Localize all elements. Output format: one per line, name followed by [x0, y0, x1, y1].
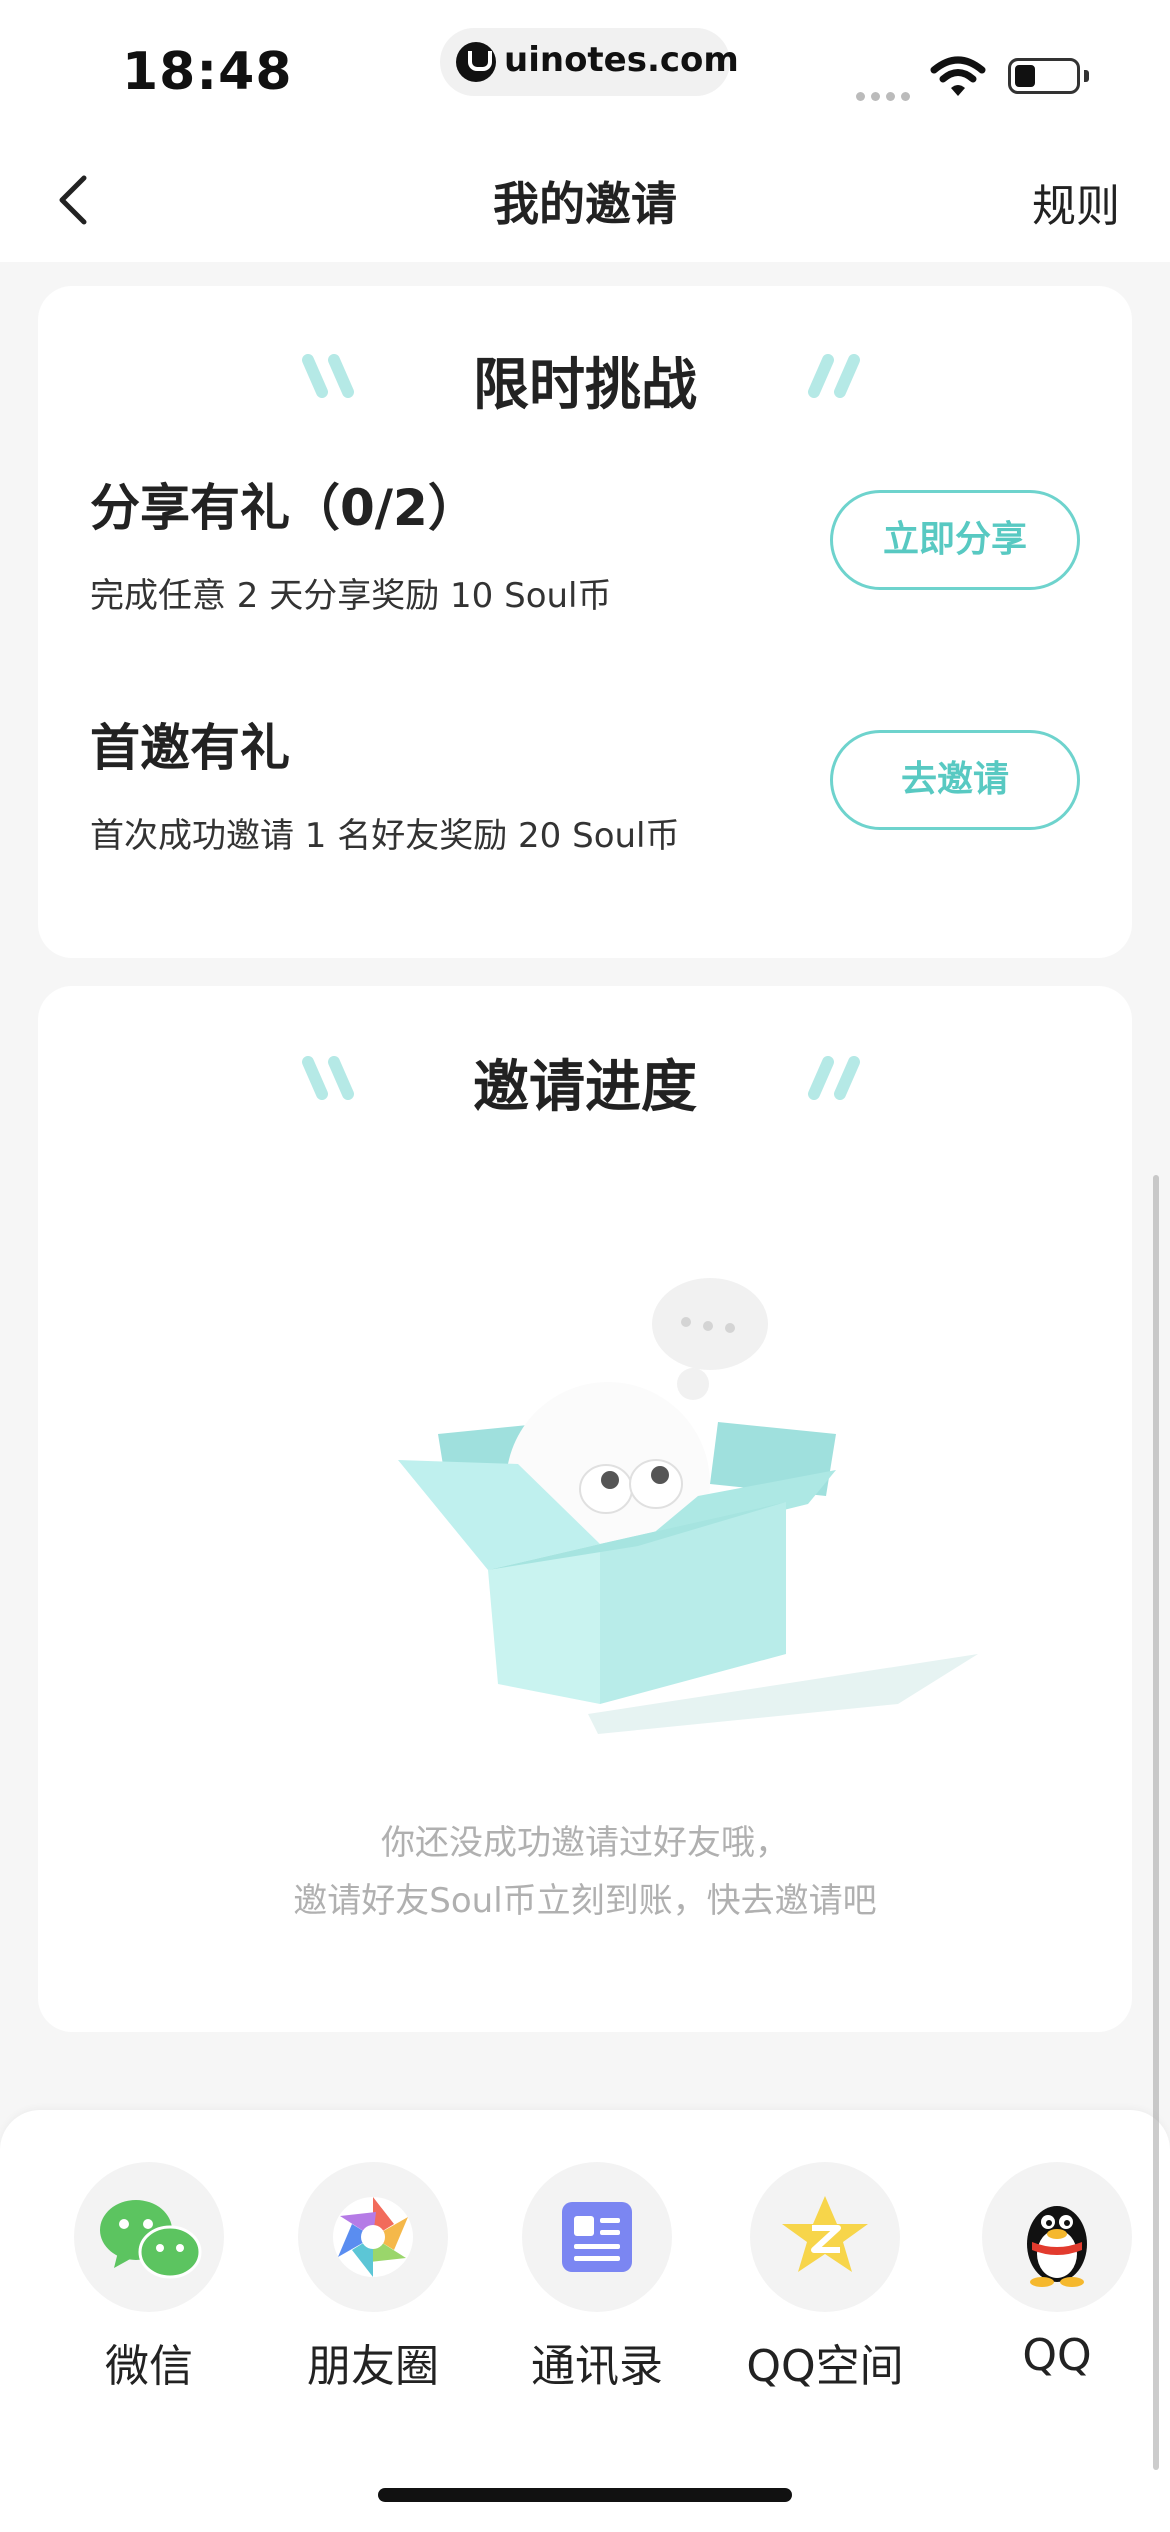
scrollbar[interactable]	[1153, 1175, 1159, 2470]
status-bar: 18:48 uinotes.com	[0, 0, 1170, 140]
first-invite-task-title: 首邀有礼	[90, 719, 290, 777]
page-title: 我的邀请	[493, 177, 677, 231]
right-quote-icon	[808, 1056, 860, 1100]
rules-link[interactable]: 规则	[1032, 170, 1120, 234]
nav-bar: 我的邀请 规则	[0, 140, 1170, 262]
go-invite-button[interactable]: 去邀请	[830, 730, 1080, 830]
moments-icon	[298, 2162, 448, 2312]
share-task-title: 分享有礼（0/2）	[90, 479, 478, 537]
wifi-icon	[930, 56, 986, 96]
share-contacts[interactable]: 通讯录	[502, 2162, 692, 2394]
qzone-icon	[750, 2162, 900, 2312]
share-now-button[interactable]: 立即分享	[830, 490, 1080, 590]
contacts-icon	[522, 2162, 672, 2312]
qq-icon	[982, 2162, 1132, 2312]
status-time: 18:48	[122, 42, 293, 102]
qzone-label: QQ空间	[746, 2341, 904, 2392]
qq-label: QQ	[1022, 2330, 1092, 2381]
progress-card: 邀请进度 你还没成功邀请过好友哦， 邀请好友Soul币立刻到账，快去邀请吧	[38, 986, 1132, 2032]
empty-box-illustration	[398, 1278, 978, 1734]
share-panel: 微信 朋友圈 通讯录 QQ空间 QQ	[0, 2110, 1170, 2532]
share-qq[interactable]: QQ	[962, 2162, 1152, 2381]
url-text: uinotes.com	[504, 40, 739, 80]
home-indicator[interactable]	[378, 2488, 792, 2502]
challenge-card: 限时挑战 分享有礼（0/2） 完成任意 2 天分享奖励 10 Soul币 立即分…	[38, 286, 1132, 958]
wechat-label: 微信	[105, 2341, 193, 2392]
empty-message-line2: 邀请好友Soul币立刻到账，快去邀请吧	[293, 1881, 877, 1921]
battery-cap	[1084, 70, 1089, 82]
moments-label: 朋友圈	[307, 2341, 439, 2392]
cellular-signal-icon	[856, 86, 916, 105]
right-quote-icon	[808, 354, 860, 398]
empty-message-line1: 你还没成功邀请过好友哦，	[381, 1823, 789, 1863]
share-task-desc: 完成任意 2 天分享奖励 10 Soul币	[90, 576, 612, 616]
challenge-title: 限时挑战	[473, 353, 697, 418]
battery-icon	[1008, 58, 1080, 94]
progress-title: 邀请进度	[473, 1055, 697, 1120]
url-pill[interactable]: uinotes.com	[440, 28, 739, 96]
share-qzone[interactable]: QQ空间	[730, 2162, 920, 2394]
share-wechat[interactable]: 微信	[54, 2162, 244, 2394]
site-logo-icon	[456, 42, 496, 82]
wechat-icon	[74, 2162, 224, 2312]
contacts-label: 通讯录	[531, 2341, 663, 2392]
share-moments[interactable]: 朋友圈	[278, 2162, 468, 2394]
first-invite-task-desc: 首次成功邀请 1 名好友奖励 20 Soul币	[90, 816, 680, 856]
